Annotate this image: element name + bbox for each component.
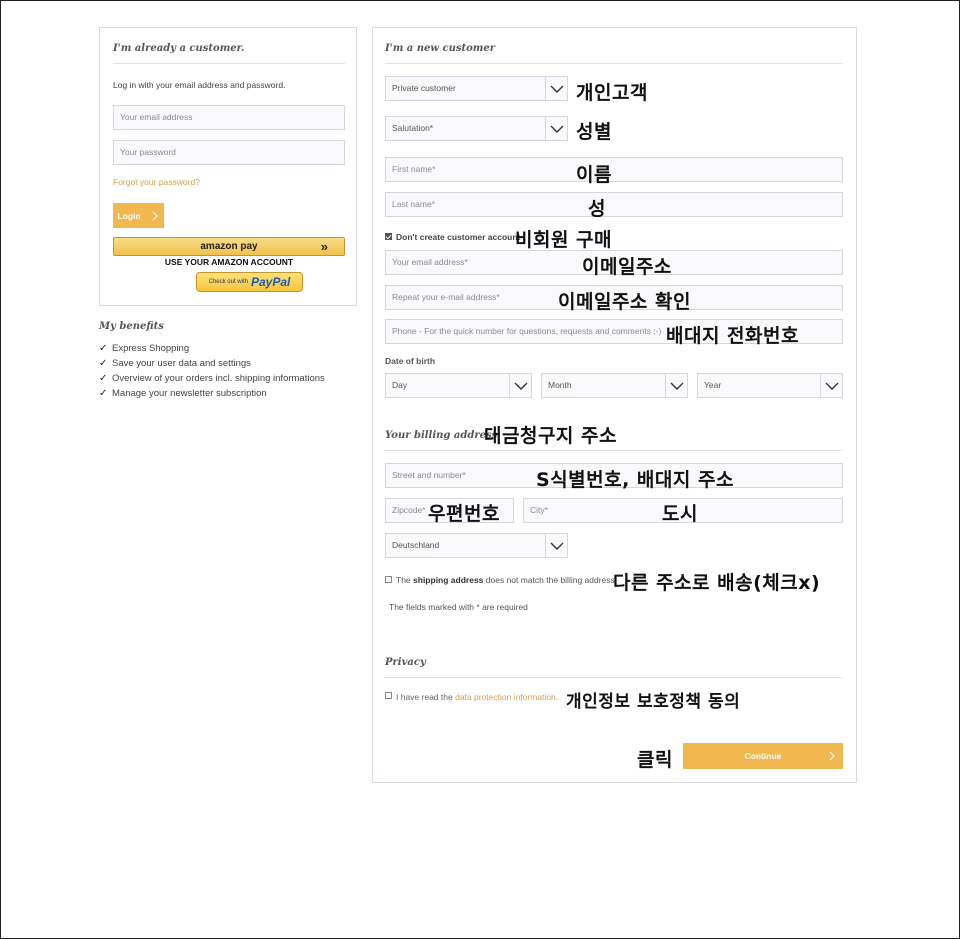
- benefits-list: ✓ Express Shopping ✓ Save your user data a…: [99, 341, 325, 401]
- country-select[interactable]: Deutschland: [385, 533, 568, 558]
- continue-button[interactable]: Continue: [683, 743, 843, 769]
- amazon-pay-button[interactable]: amazon pay »: [113, 237, 345, 256]
- chevron-down-icon: [820, 374, 842, 397]
- chevron-down-icon: [545, 117, 567, 140]
- benefit-item: ✓ Save your user data and settings: [99, 356, 325, 371]
- customer-type-select[interactable]: Private customer: [385, 76, 568, 101]
- amazon-caption: USE YOUR AMAZON ACCOUNT: [164, 257, 294, 267]
- dob-year-select[interactable]: Year: [697, 373, 843, 398]
- check-icon: ✓: [99, 358, 108, 369]
- chevron-right-icon: [829, 751, 835, 761]
- annotation-first-name: 이름: [576, 164, 612, 186]
- privacy-pre: I have read the: [396, 692, 453, 702]
- login-divider: [113, 63, 345, 64]
- annotation-billing: 대금청구지 주소: [484, 425, 617, 447]
- annotation-click: 클릭: [637, 749, 673, 771]
- shipping-different-checkbox[interactable]: [385, 576, 392, 583]
- login-button-label: Login: [117, 210, 141, 221]
- privacy-checkbox[interactable]: [385, 692, 392, 699]
- paypal-logo: PayPal: [250, 275, 291, 289]
- no-account-label: Don't create customer account: [396, 232, 521, 242]
- annotation-zip: 우편번호: [428, 503, 500, 525]
- annotation-customer-type: 개인고객: [576, 82, 648, 104]
- privacy-post: .: [555, 692, 559, 702]
- billing-title: Your billing address: [385, 430, 498, 441]
- login-button[interactable]: Login: [113, 203, 164, 228]
- login-intro: Log in with your email address and passw…: [113, 80, 286, 90]
- dob-day-select[interactable]: Day: [385, 373, 532, 398]
- first-name-input[interactable]: First name*: [385, 157, 843, 182]
- shipping-different-label: The shipping address does not match the …: [396, 575, 615, 585]
- billing-divider: [385, 450, 843, 451]
- paypal-button[interactable]: Check out with PayPal: [196, 272, 303, 292]
- annotation-email: 이메일주소: [582, 256, 672, 278]
- register-divider: [385, 63, 843, 64]
- continue-label: Continue: [744, 751, 782, 761]
- chevron-right-icon: [152, 211, 158, 220]
- annotation-salutation: 성별: [576, 121, 612, 143]
- check-icon: ✓: [99, 343, 108, 354]
- dob-month-value: Month: [548, 380, 572, 390]
- login-title: I'm already a customer.: [113, 43, 245, 54]
- last-name-input[interactable]: Last name*: [385, 192, 843, 217]
- annotation-phone: 배대지 전화번호: [666, 325, 799, 347]
- salutation-select[interactable]: Salutation*: [385, 116, 568, 141]
- privacy-divider: [385, 677, 843, 678]
- privacy-label: I have read the data protection informat…: [396, 692, 558, 702]
- chevron-down-icon: [545, 534, 567, 557]
- chevron-down-icon: [545, 77, 567, 100]
- shipping-bold: shipping address: [413, 575, 484, 585]
- salutation-value: Salutation*: [392, 123, 434, 133]
- no-account-checkbox[interactable]: [385, 233, 392, 240]
- forgot-password-link[interactable]: Forgot your password?: [113, 177, 200, 187]
- check-icon: ✓: [99, 373, 108, 384]
- shipping-post: does not match the billing address: [485, 575, 615, 585]
- login-password-input[interactable]: Your password: [113, 140, 345, 165]
- annotation-last-name: 성: [588, 198, 606, 220]
- benefit-label: Manage your newsletter subscription: [112, 388, 267, 399]
- benefit-label: Save your user data and settings: [112, 358, 251, 369]
- dob-label: Date of birth: [385, 356, 436, 366]
- register-title: I'm a new customer: [385, 43, 495, 54]
- required-note: The fields marked with * are required: [389, 602, 528, 612]
- annotation-no-account: 비회원 구매: [515, 229, 613, 251]
- annotation-city: 도시: [662, 503, 698, 525]
- benefit-item: ✓ Manage your newsletter subscription: [99, 386, 325, 401]
- check-icon: ✓: [99, 388, 108, 399]
- annotation-shipping: 다른 주소로 배송(체크x): [613, 572, 821, 594]
- double-chevron-icon: »: [320, 239, 328, 254]
- dob-day-value: Day: [392, 380, 408, 390]
- dob-month-select[interactable]: Month: [541, 373, 688, 398]
- annotation-privacy: 개인정보 보호정책 동의: [566, 692, 741, 712]
- amazon-pay-logo: amazon pay: [200, 241, 258, 252]
- paypal-prefix: Check out with: [208, 279, 248, 285]
- annotation-street: S식별번호, 배대지 주소: [536, 469, 734, 491]
- dob-year-value: Year: [704, 380, 722, 390]
- chevron-down-icon: [665, 374, 687, 397]
- benefit-item: ✓ Overview of your orders incl. shipping …: [99, 371, 325, 386]
- login-panel: I'm already a customer. Log in with your…: [99, 27, 357, 306]
- privacy-link[interactable]: data protection information: [455, 692, 556, 702]
- country-value: Deutschland: [392, 540, 440, 550]
- chevron-down-icon: [509, 374, 531, 397]
- benefit-label: Overview of your orders incl. shipping i…: [112, 373, 325, 384]
- benefit-label: Express Shopping: [112, 343, 190, 354]
- customer-type-value: Private customer: [392, 83, 456, 93]
- privacy-title: Privacy: [385, 657, 426, 668]
- annotation-repeat-email: 이메일주소 확인: [558, 291, 691, 313]
- benefits-title: My benefits: [99, 321, 164, 332]
- benefit-item: ✓ Express Shopping: [99, 341, 325, 356]
- shipping-pre: The: [396, 575, 411, 585]
- login-email-input[interactable]: Your email address: [113, 105, 345, 130]
